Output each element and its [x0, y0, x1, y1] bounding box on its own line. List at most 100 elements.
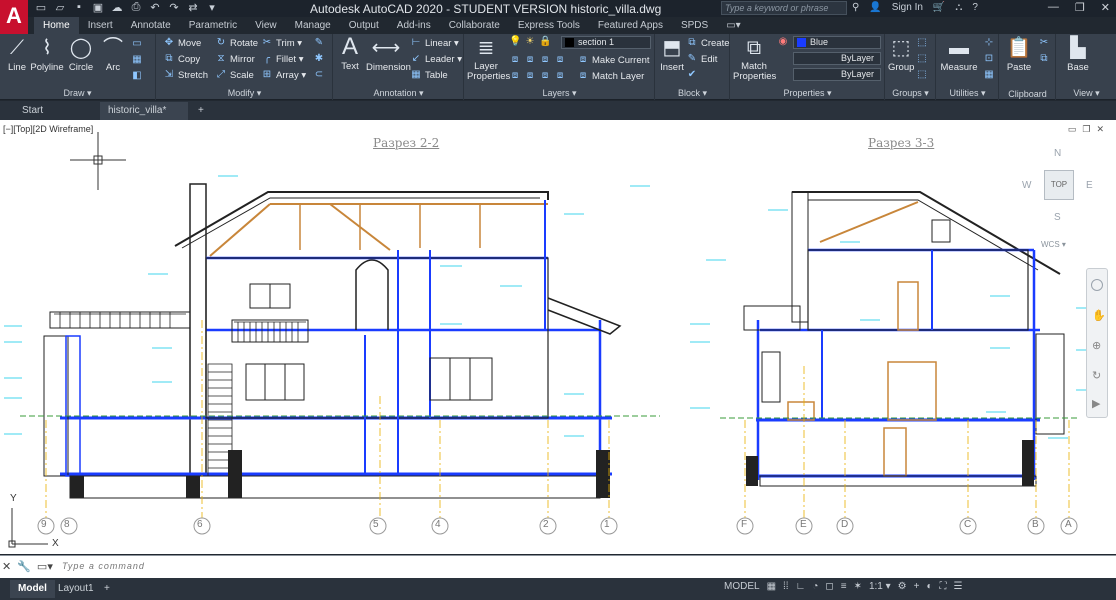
compass-north[interactable]: N: [1054, 148, 1061, 159]
panel-properties-title[interactable]: Properties ▾: [731, 88, 884, 99]
tab-insert[interactable]: Insert: [79, 17, 122, 34]
tab-parametric[interactable]: Parametric: [180, 17, 246, 34]
recent-commands-icon[interactable]: ▭▾: [37, 560, 53, 573]
search-input[interactable]: Type a keyword or phrase: [721, 1, 847, 15]
tab-home[interactable]: Home: [34, 17, 79, 34]
ungroup-tool[interactable]: ⬚: [916, 37, 928, 49]
model-tab[interactable]: Model: [10, 580, 55, 598]
layer-dropdown[interactable]: section 1: [561, 36, 651, 49]
scale-button[interactable]: ⤢ Scale: [215, 69, 254, 81]
panel-modify-title[interactable]: Modify ▾: [157, 88, 332, 99]
tab-view[interactable]: View: [246, 17, 286, 34]
steering-wheel-icon[interactable]: [1091, 279, 1103, 291]
redo-icon[interactable]: ↷: [167, 1, 181, 14]
file-tab-start[interactable]: Start: [14, 102, 98, 120]
mirror-button[interactable]: ⧖ Mirror: [215, 53, 254, 65]
sign-in-link[interactable]: Sign In: [892, 2, 923, 13]
panel-utilities-title[interactable]: Utilities ▾: [937, 88, 998, 99]
orbit-icon[interactable]: ↻: [1092, 369, 1101, 382]
viewcube-top-face[interactable]: TOP: [1044, 170, 1074, 200]
open-file-icon[interactable]: ▱: [53, 1, 67, 14]
share-icon[interactable]: ⇄: [186, 1, 200, 14]
add-layout-icon[interactable]: +: [96, 580, 118, 598]
close-icon[interactable]: ✕: [1101, 1, 1110, 14]
customize-qat-icon[interactable]: ▾: [205, 1, 219, 14]
undo-icon[interactable]: ↶: [148, 1, 162, 14]
leader-button[interactable]: ↙ Leader ▾: [410, 53, 462, 65]
group-edit-tool[interactable]: ⬚: [916, 53, 928, 65]
layout1-tab[interactable]: Layout1: [50, 580, 102, 598]
linetype-dropdown[interactable]: ByLayer: [793, 52, 881, 65]
wcs-menu[interactable]: WCS ▾: [1041, 240, 1066, 249]
panel-block-title[interactable]: Block ▾: [656, 88, 729, 99]
new-file-icon[interactable]: ▭: [34, 1, 48, 14]
grid-icon[interactable]: ▦: [767, 581, 776, 592]
layer-tools-row-2[interactable]: ⧈ ⧈ ⧈ ⧈: [509, 70, 566, 82]
isolate-icon[interactable]: ◐: [926, 581, 932, 592]
print-icon[interactable]: ⎙: [129, 1, 143, 14]
compass-east[interactable]: E: [1086, 180, 1093, 191]
polyline-button[interactable]: ⌇ Polyline: [30, 37, 64, 73]
autocad-logo[interactable]: A: [0, 0, 28, 34]
edit-block-button[interactable]: ✎ Edit: [686, 53, 718, 65]
panel-draw-title[interactable]: Draw ▾: [0, 88, 155, 99]
paste-button[interactable]: 📋 Paste: [1004, 37, 1034, 73]
restore-icon[interactable]: ❐: [1075, 1, 1085, 14]
hatch-tool[interactable]: ▦: [131, 54, 143, 66]
tab-collaborate[interactable]: Collaborate: [440, 17, 509, 34]
array-button[interactable]: ⊞ Array ▾: [261, 69, 306, 81]
compass-west[interactable]: W: [1022, 180, 1031, 191]
navigation-bar[interactable]: ✋ ⊕ ↻ ▶: [1086, 268, 1108, 418]
make-current-button[interactable]: ⧈ Make Current: [577, 54, 650, 66]
create-block-button[interactable]: ⧉ Create: [686, 37, 729, 49]
layer-tools-row-1[interactable]: ⧈ ⧈ ⧈ ⧈: [509, 54, 566, 66]
ortho-icon[interactable]: ∟: [796, 581, 806, 592]
compass-south[interactable]: S: [1054, 212, 1061, 223]
layer-state-icons[interactable]: 💡 ☀ 🔒: [509, 36, 551, 48]
copy-button[interactable]: ⧉ Copy: [163, 53, 200, 65]
text-button[interactable]: A Text: [338, 35, 362, 73]
file-tab-historic-villa[interactable]: historic_villa*: [100, 102, 188, 120]
trim-button[interactable]: ✂ Trim ▾: [261, 37, 302, 49]
osnap-icon[interactable]: ◻: [825, 581, 833, 592]
panel-groups-title[interactable]: Groups ▾: [886, 88, 935, 99]
match-properties-button[interactable]: ⧉ Match Properties: [733, 37, 776, 82]
panel-layers-title[interactable]: Layers ▾: [465, 88, 654, 99]
panel-clipboard-title[interactable]: Clipboard: [1000, 89, 1055, 99]
menu-icon[interactable]: ☰: [954, 581, 963, 592]
drawing-viewport[interactable]: [−][Top][2D Wireframe] ▭❐✕ Разрез 2-2 Ра…: [0, 120, 1116, 554]
cut-tool[interactable]: ✂: [1038, 37, 1050, 49]
snap-icon[interactable]: ⁞⁞: [783, 581, 789, 592]
new-tab-icon[interactable]: +: [190, 102, 210, 120]
block-attributes-tool[interactable]: ✔: [686, 69, 698, 81]
tab-express-tools[interactable]: Express Tools: [509, 17, 589, 34]
panel-annotation-title[interactable]: Annotation ▾: [334, 88, 463, 99]
exchange-icon[interactable]: ⛬: [955, 2, 962, 13]
quick-select-tool[interactable]: ⊹: [983, 37, 995, 49]
linear-button[interactable]: ⊢ Linear ▾: [410, 37, 459, 49]
save-as-icon[interactable]: ▣: [91, 1, 105, 14]
select-all-tool[interactable]: ⊡: [983, 53, 995, 65]
lineweight-dropdown[interactable]: ByLayer: [793, 68, 881, 81]
model-space-button[interactable]: MODEL: [724, 581, 760, 592]
tab-manage[interactable]: Manage: [286, 17, 340, 34]
cloud-icon[interactable]: ☁: [110, 1, 124, 14]
polar-icon[interactable]: ◔: [812, 581, 818, 592]
minimize-icon[interactable]: —: [1048, 1, 1059, 14]
workspace-gear-icon[interactable]: ⚙: [898, 581, 907, 592]
group-button[interactable]: ⬚ Group: [888, 37, 914, 73]
zoom-extents-icon[interactable]: ⊕: [1092, 339, 1101, 352]
insert-button[interactable]: ⬒ Insert: [658, 37, 686, 73]
lineweight-icon[interactable]: ≡: [841, 581, 847, 592]
annotation-icon[interactable]: ✶: [854, 581, 862, 592]
user-icon[interactable]: 👤: [869, 2, 881, 13]
color-dropdown[interactable]: Blue: [793, 36, 881, 49]
base-button[interactable]: ▙ Base: [1065, 37, 1091, 73]
ribbon-toggle-icon[interactable]: ▭▾: [717, 17, 749, 34]
annotation-scale-button[interactable]: 1:1 ▾: [869, 581, 891, 592]
erase-tool[interactable]: ✎: [313, 37, 325, 49]
group-select-tool[interactable]: ⬚: [916, 69, 928, 81]
tab-spds[interactable]: SPDS: [672, 17, 717, 34]
rotate-button[interactable]: ↻ Rotate: [215, 37, 258, 49]
command-input[interactable]: Type a command: [62, 561, 145, 571]
